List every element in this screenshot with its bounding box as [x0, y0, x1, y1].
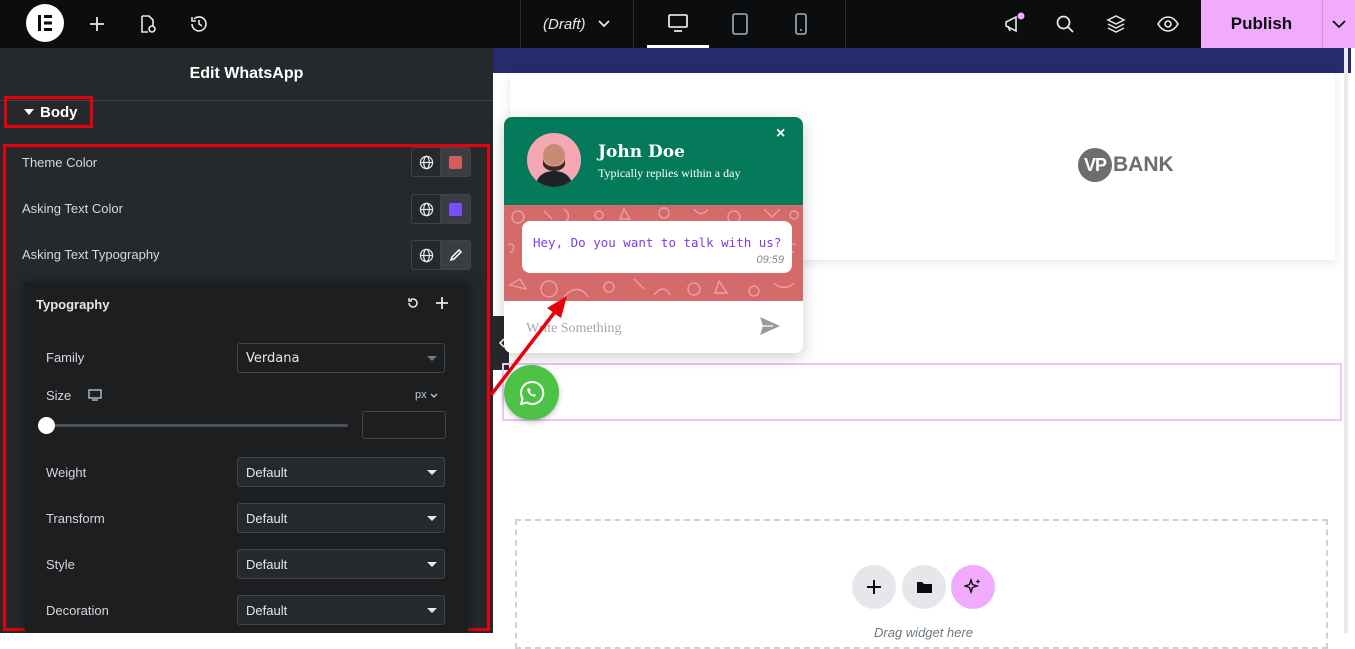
style-value: Default: [246, 556, 288, 572]
size-slider-track[interactable]: [46, 424, 348, 427]
editor-panel: Edit WhatsApp Body Theme Color Asking Te…: [0, 48, 493, 633]
caret-down-icon: [427, 356, 437, 361]
top-bar: (Draft) Publish: [0, 0, 1355, 48]
family-value: Verdana: [246, 350, 300, 366]
caret-down-icon: [24, 109, 34, 115]
edit-pencil-icon[interactable]: [441, 241, 470, 269]
asking-text-color-control[interactable]: [411, 194, 471, 224]
asking-text-typography-label: Asking Text Typography: [22, 247, 160, 262]
message-time: 09:59: [756, 254, 784, 266]
size-unit-select[interactable]: px: [415, 389, 438, 401]
header-band: [493, 48, 1351, 73]
page-settings-icon[interactable]: [134, 0, 160, 48]
style-select[interactable]: Default: [237, 549, 445, 579]
whatsapp-icon: [519, 380, 544, 405]
avatar: [527, 133, 581, 187]
history-icon[interactable]: [186, 0, 212, 48]
global-icon[interactable]: [412, 241, 442, 269]
global-icon[interactable]: [412, 195, 442, 223]
typography-title: Typography: [36, 297, 110, 312]
agent-name: John Doe: [598, 142, 685, 162]
global-icon[interactable]: [412, 148, 442, 176]
weight-label: Weight: [46, 465, 87, 480]
agent-status: Typically replies within a day: [598, 166, 741, 180]
transform-label: Transform: [46, 511, 105, 526]
decoration-value: Default: [246, 602, 288, 618]
publish-options-button[interactable]: [1322, 0, 1355, 48]
chat-message-bubble: Hey, Do you want to talk with us? 09:59: [522, 221, 792, 273]
size-slider-handle[interactable]: [38, 417, 55, 434]
selected-section[interactable]: [502, 363, 1342, 421]
chat-body: Hey, Do you want to talk with us? 09:59: [504, 205, 803, 301]
color-picker-swatch[interactable]: [441, 195, 470, 223]
theme-color-label: Theme Color: [22, 155, 98, 170]
asking-text-color-label: Asking Text Color: [22, 201, 123, 216]
transform-select[interactable]: Default: [237, 503, 445, 533]
family-select[interactable]: Verdana: [237, 343, 445, 373]
typography-popover: Typography Family Verdana Size px Weight…: [25, 282, 468, 633]
caret-down-icon: [427, 470, 437, 475]
body-section-toggle[interactable]: Body: [4, 96, 93, 128]
caret-down-icon: [427, 562, 437, 567]
reset-icon[interactable]: [406, 296, 420, 315]
logo-badge: VP: [1078, 148, 1112, 182]
asking-text-typography-control[interactable]: [411, 240, 471, 270]
desktop-view-icon[interactable]: [647, 0, 709, 48]
chevron-down-icon: [597, 20, 610, 28]
chat-header: John Doe Typically replies within a day …: [504, 117, 803, 205]
size-unit: px: [415, 389, 427, 401]
add-icon[interactable]: [435, 296, 449, 315]
search-icon[interactable]: [1052, 0, 1078, 48]
chevron-down-icon: [1332, 19, 1346, 28]
plus-icon: [867, 580, 881, 594]
close-icon[interactable]: ×: [776, 125, 785, 143]
draft-label: (Draft): [543, 15, 586, 33]
folder-icon: [916, 582, 932, 593]
preview-eye-icon[interactable]: [1154, 0, 1182, 48]
weight-select[interactable]: Default: [237, 457, 445, 487]
transform-value: Default: [246, 510, 288, 526]
sparkle-icon: [964, 578, 981, 595]
send-icon[interactable]: [759, 316, 781, 341]
color-picker-swatch[interactable]: [441, 148, 470, 176]
size-input[interactable]: [362, 411, 446, 439]
asking-text: Hey, Do you want to talk with us?: [533, 235, 782, 250]
whatsapp-launcher-button[interactable]: [504, 365, 559, 420]
draft-status[interactable]: (Draft): [543, 0, 610, 48]
style-label: Style: [46, 557, 75, 572]
ai-generate-button[interactable]: [951, 565, 995, 609]
elementor-logo-icon[interactable]: [26, 4, 64, 42]
mobile-view-icon[interactable]: [787, 0, 815, 48]
family-label: Family: [46, 350, 85, 365]
tablet-view-icon[interactable]: [725, 0, 755, 48]
decoration-select[interactable]: Default: [237, 595, 445, 625]
theme-color-control[interactable]: [411, 147, 471, 177]
logo-text: BANK: [1113, 153, 1174, 176]
responsive-desktop-icon[interactable]: [88, 388, 102, 406]
drop-zone[interactable]: Drag widget here: [515, 519, 1328, 649]
scrollbar[interactable]: [1344, 48, 1348, 633]
notifications-megaphone-icon[interactable]: [1000, 0, 1028, 48]
size-label: Size: [46, 388, 72, 403]
caret-down-icon: [427, 516, 437, 521]
publish-button[interactable]: Publish: [1201, 0, 1322, 48]
chevron-down-icon: [430, 393, 438, 398]
vpbank-logo: VP BANK: [1078, 148, 1174, 182]
structure-layers-icon[interactable]: [1103, 0, 1129, 48]
add-element-icon[interactable]: [84, 0, 110, 48]
panel-title: Edit WhatsApp: [0, 48, 493, 101]
whatsapp-chat-popup: John Doe Typically replies within a day …: [504, 117, 803, 353]
add-section-button[interactable]: [852, 565, 896, 609]
caret-down-icon: [427, 608, 437, 613]
add-template-button[interactable]: [902, 565, 946, 609]
section-label: Body: [40, 103, 78, 121]
message-input[interactable]: Write Something: [526, 321, 621, 337]
weight-value: Default: [246, 464, 288, 480]
decoration-label: Decoration: [46, 603, 109, 618]
